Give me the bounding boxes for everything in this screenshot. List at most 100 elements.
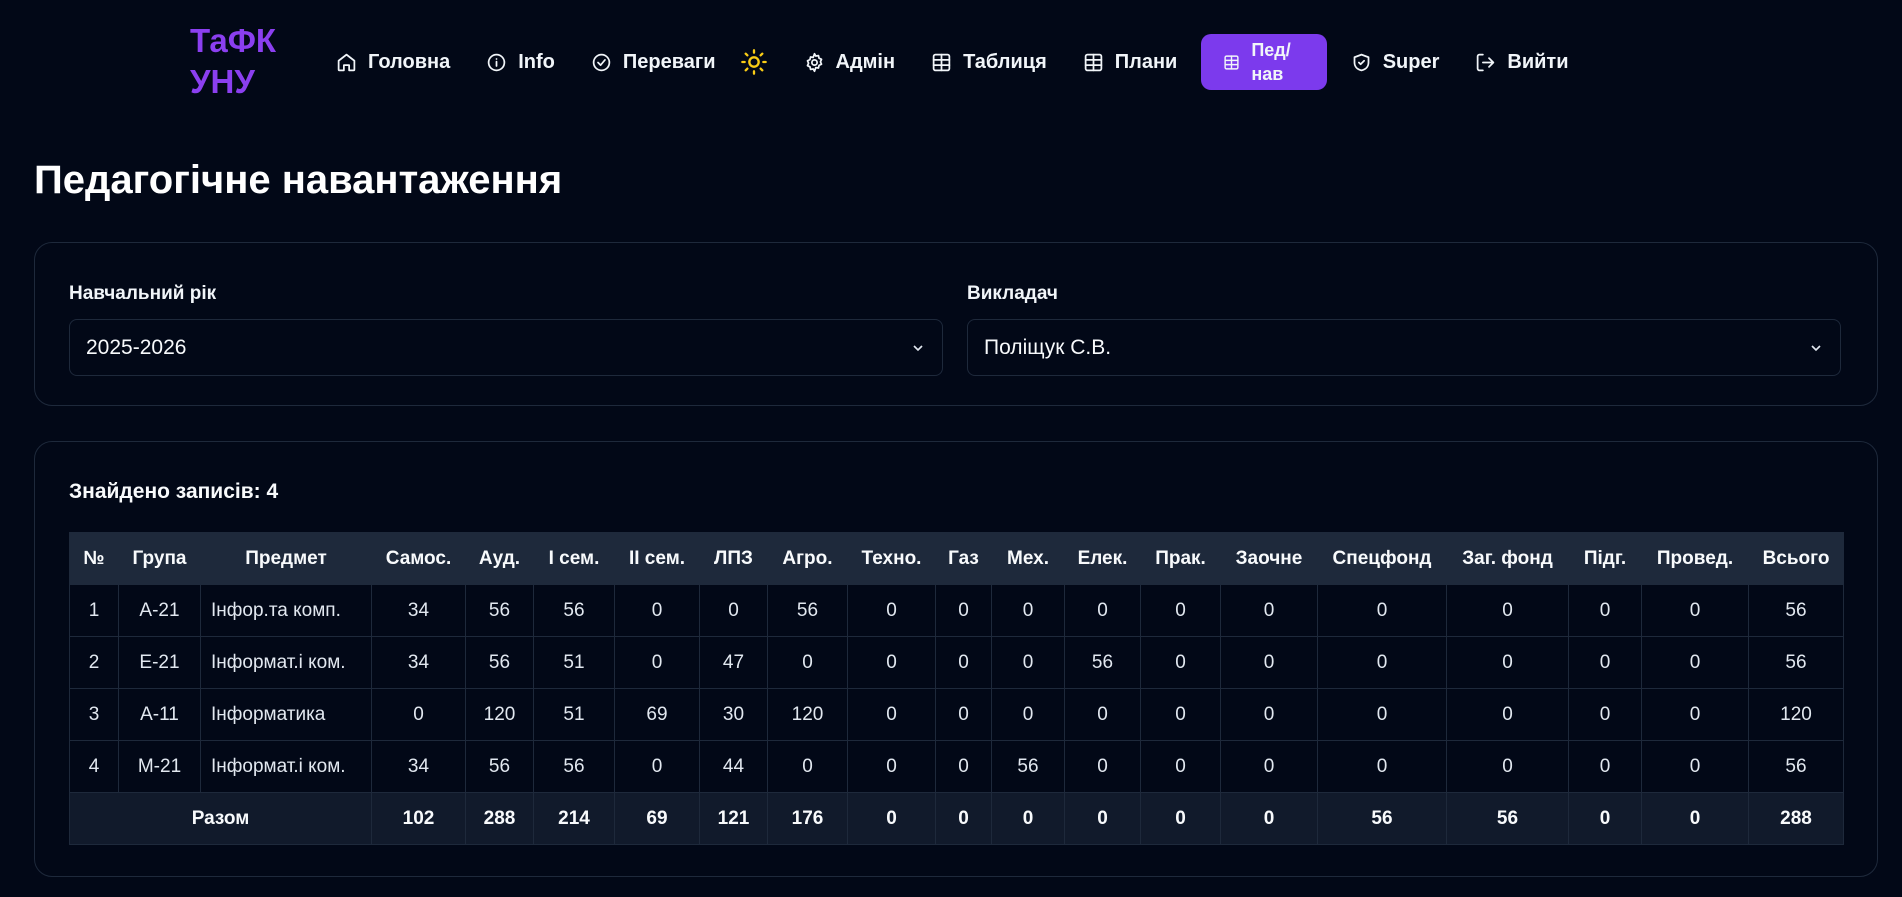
totals-cell: 288: [1748, 792, 1844, 845]
nav-item-advantages[interactable]: Переваги: [573, 34, 734, 90]
table-cell: А-11: [118, 688, 201, 741]
table-cell: 4: [69, 740, 119, 793]
home-icon: [337, 53, 356, 71]
table-row[interactable]: 4 М-21 Інформат.і ком. 34 56 56 0 44 0 0 0 56 0 0 0 0 0 0…: [69, 740, 1844, 793]
totals-cell: 0: [847, 792, 936, 845]
table-cell: 0: [1641, 636, 1749, 689]
totals-cell: 0: [1220, 792, 1318, 845]
table-cell: 120: [767, 688, 848, 741]
teacher-select-value: Поліщук С.В.: [984, 335, 1112, 359]
chevron-down-icon: [1811, 344, 1821, 351]
totals-cell: 0: [1140, 792, 1221, 845]
table-cell: 69: [614, 688, 700, 741]
table-icon: [932, 53, 951, 71]
table-cell: 56: [1748, 584, 1844, 637]
table-cell: 0: [1568, 584, 1642, 637]
nav-item-label: Таблиця: [963, 50, 1047, 73]
nav-item-info[interactable]: Info: [468, 34, 573, 90]
nav-item-super[interactable]: Super: [1333, 34, 1458, 90]
nav-item-plans[interactable]: Плани: [1065, 34, 1196, 90]
table-cell: 51: [533, 688, 615, 741]
column-header: Ауд.: [465, 532, 534, 585]
column-header: Заочне: [1220, 532, 1318, 585]
results-card: Знайдено записів: 4 № Група Предмет Самос. А…: [34, 441, 1878, 877]
column-header: Прак.: [1140, 532, 1221, 585]
table-cell: 0: [1446, 584, 1569, 637]
table-cell: 56: [767, 584, 848, 637]
table-cell: 0: [1317, 636, 1447, 689]
column-header: Група: [118, 532, 201, 585]
theme-toggle-button[interactable]: [734, 34, 786, 90]
table-cell: 0: [1317, 688, 1447, 741]
nav-item-logout[interactable]: Вийти: [1457, 34, 1586, 90]
gear-icon: [806, 52, 822, 72]
totals-cell: 0: [991, 792, 1065, 845]
table-cell: 0: [935, 688, 992, 741]
totals-cell: 214: [533, 792, 615, 845]
nav-item-label: Info: [518, 50, 555, 73]
table-cell: М-21: [118, 740, 201, 793]
table-cell: 0: [1641, 740, 1749, 793]
year-select[interactable]: 2025-2026: [69, 319, 943, 376]
table-cell: 0: [847, 688, 936, 741]
teacher-select[interactable]: Поліщук С.В.: [967, 319, 1841, 376]
table-cell: 0: [991, 636, 1065, 689]
nav-item-admin[interactable]: Адмін: [786, 34, 914, 90]
check-circle-icon: [592, 53, 611, 71]
table-cell: 0: [1641, 584, 1749, 637]
year-field: Навчальний рік 2025-2026: [69, 283, 943, 376]
table-cell: 0: [935, 636, 992, 689]
column-header: Елек.: [1064, 532, 1141, 585]
column-header: Техно.: [847, 532, 936, 585]
filters-card: Навчальний рік 2025-2026 Викладач Поліщу…: [34, 242, 1878, 406]
totals-cell: 56: [1317, 792, 1447, 845]
nav-item-table[interactable]: Таблиця: [913, 34, 1065, 90]
table-cell: 0: [1064, 688, 1141, 741]
column-header: №: [69, 532, 119, 585]
nav-item-label: Головна: [368, 50, 451, 73]
nav-item-teaching-load[interactable]: Пед/ нав: [1201, 34, 1327, 90]
table-cell: 0: [1220, 584, 1318, 637]
table-cell: Е-21: [118, 636, 201, 689]
nav-item-label: Адмін: [835, 50, 896, 73]
table-cell: 0: [1317, 584, 1447, 637]
totals-cell: 69: [614, 792, 700, 845]
table-cell: 56: [465, 636, 534, 689]
teaching-load-table: № Група Предмет Самос. Ауд. І сем. ІІ сем. ЛПЗ А…: [69, 532, 1844, 845]
table-cell: 0: [614, 636, 700, 689]
table-cell: 0: [699, 584, 768, 637]
sun-icon: [740, 49, 767, 75]
table-cell: 0: [847, 740, 936, 793]
table-cell: Інформат.і ком.: [200, 740, 372, 793]
nav-item-home[interactable]: Головна: [318, 34, 468, 90]
column-header: Спецфонд: [1317, 532, 1447, 585]
table-cell: 44: [699, 740, 768, 793]
totals-cell: 288: [465, 792, 534, 845]
table-cell: 0: [935, 740, 992, 793]
column-header: Самос.: [371, 532, 466, 585]
table-cell: 0: [1220, 636, 1318, 689]
chevron-down-icon: [913, 344, 923, 351]
table-row[interactable]: 1 А-21 Інфор.та комп. 34 56 56 0 0 56 0 0 0 0 0 0 0 0 0 0 5…: [69, 584, 1844, 637]
table-cell: 56: [1748, 740, 1844, 793]
table-cell: 1: [69, 584, 119, 637]
column-header: Провед.: [1641, 532, 1749, 585]
table-row[interactable]: 3 А-11 Інформатика 0 120 51 69 30 120 0 0 0 0 0 0 0 0 0 0 1…: [69, 688, 1844, 741]
table-cell: 0: [371, 688, 466, 741]
table-cell: 0: [991, 688, 1065, 741]
year-label: Навчальний рік: [69, 283, 217, 304]
table-cell: 0: [935, 584, 992, 637]
site-logo[interactable]: ТаФК УНУ: [190, 20, 290, 102]
nav-item-label: Вийти: [1507, 50, 1569, 73]
table-cell: 56: [465, 740, 534, 793]
table-cell: 0: [1568, 636, 1642, 689]
table-cell: 0: [1064, 584, 1141, 637]
totals-label: Разом: [69, 792, 372, 845]
table-row[interactable]: 2 Е-21 Інформат.і ком. 34 56 51 0 47 0 0 0 0 56 0 0 0 0 0…: [69, 636, 1844, 689]
table-cell: Інфор.та комп.: [200, 584, 372, 637]
nav-item-label: Переваги: [622, 50, 716, 73]
table-cell: 0: [847, 584, 936, 637]
table-icon: [1084, 53, 1102, 71]
page-title: Педагогічне навантаження: [34, 158, 563, 202]
table-cell: 0: [1140, 740, 1221, 793]
